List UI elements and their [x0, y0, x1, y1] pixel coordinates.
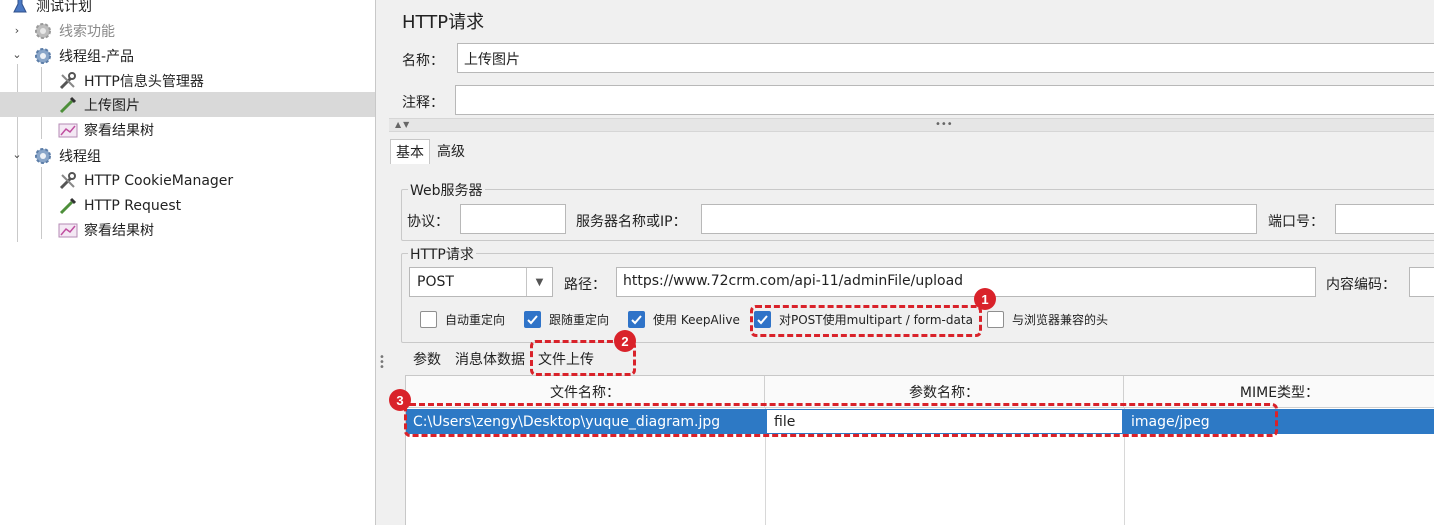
path-input[interactable]: https://www.72crm.com/api-11/adminFile/u… — [616, 267, 1316, 297]
port-label: 端口号： — [1268, 214, 1324, 230]
annotation-badge-2: 2 — [614, 330, 636, 352]
tree-node-label: 察看结果树 — [84, 122, 154, 139]
checkbox-box[interactable] — [987, 311, 1004, 328]
auto-redirect-checkbox[interactable]: 自动重定向 — [420, 311, 505, 328]
pipette-icon — [58, 95, 78, 115]
tree-node-label: 上传图片 — [84, 97, 140, 114]
name-field[interactable]: 上传图片 — [457, 43, 1434, 73]
encoding-label: 内容编码： — [1326, 277, 1396, 293]
tree-node-label: 察看结果树 — [84, 222, 154, 239]
checkbox-label: 使用 KeepAlive — [653, 313, 740, 327]
tree-node-upload-image[interactable]: 上传图片 — [0, 92, 375, 117]
path-label: 路径： — [564, 277, 606, 293]
drag-dots-icon[interactable]: ••• — [935, 119, 953, 130]
comment-label: 注释： — [402, 95, 444, 111]
method-value: POST — [417, 274, 454, 290]
annotation-badge-3: 3 — [389, 389, 411, 411]
chevron-right-icon[interactable]: › — [11, 24, 23, 37]
server-label: 服务器名称或IP： — [576, 214, 687, 230]
protocol-label: 协议： — [407, 214, 449, 230]
chart-icon — [58, 120, 78, 140]
subtab-parameters[interactable]: 参数 — [413, 349, 441, 369]
collapse-arrows-icon[interactable]: ▲▼ — [395, 120, 411, 129]
annotation-box-multipart — [750, 305, 982, 337]
chevron-down-icon[interactable]: ⌄ — [11, 48, 23, 61]
tree-node-cookie-manager[interactable]: HTTP CookieManager — [58, 168, 233, 193]
checkmark-icon[interactable] — [524, 311, 541, 328]
pipette-icon — [58, 196, 78, 216]
http-request-panel: HTTP请求 名称： 上传图片 注释： ▲▼ ••• 基本 高级 Web服务器 … — [389, 0, 1434, 525]
follow-redirect-checkbox[interactable]: 跟随重定向 — [524, 311, 609, 328]
wrench-icon — [58, 71, 78, 91]
tree-node-header-manager[interactable]: HTTP信息头管理器 — [58, 68, 204, 93]
tree-node-label: HTTP信息头管理器 — [84, 73, 204, 90]
subtab-body-data[interactable]: 消息体数据 — [455, 349, 525, 369]
checkbox-label: 自动重定向 — [445, 313, 506, 327]
dropdown-arrow-icon[interactable]: ▼ — [526, 268, 552, 296]
tree-node-thread-group[interactable]: 线程组 — [33, 143, 101, 168]
tree-node-view-results-tree[interactable]: 察看结果树 — [58, 117, 154, 142]
tab-basic[interactable]: 基本 — [390, 139, 430, 164]
wrench-icon — [58, 171, 78, 191]
tree-node-view-results-tree-2[interactable]: 察看结果树 — [58, 217, 154, 242]
server-input[interactable] — [701, 204, 1257, 234]
checkmark-icon[interactable] — [628, 311, 645, 328]
method-select[interactable]: POST ▼ — [409, 267, 553, 297]
tree-node-label: 线索功能 — [59, 23, 115, 40]
file-upload-table[interactable]: 文件名称： 参数名称： MIME类型： C:\Users\zengy\Deskt… — [405, 375, 1434, 525]
checkbox-label: 跟随重定向 — [549, 313, 610, 327]
tree-node-label: HTTP Request — [84, 197, 182, 214]
tree-node-label: 线程组-产品 — [59, 48, 135, 65]
http-request-title: HTTP请求 — [408, 244, 476, 264]
annotation-badge-1: 1 — [974, 288, 996, 310]
flask-icon — [10, 0, 30, 16]
tree-node-label: 线程组 — [59, 148, 101, 165]
tree-node-test-plan[interactable]: 测试计划 — [10, 0, 92, 18]
gear-icon — [33, 21, 53, 41]
comment-field[interactable] — [455, 85, 1434, 115]
web-server-title: Web服务器 — [408, 180, 485, 200]
gear-icon — [33, 146, 53, 166]
tree-node-http-request[interactable]: HTTP Request — [58, 193, 181, 218]
name-label: 名称： — [402, 53, 444, 69]
tree-node-label: HTTP CookieManager — [84, 172, 234, 189]
tab-advanced[interactable]: 高级 — [432, 139, 470, 163]
test-plan-tree[interactable]: 测试计划 › 线索功能 ⌄ 线程组-产品 HTTP信息头管理器 上传图片 察看结… — [0, 0, 376, 525]
tree-node-clue-feature[interactable]: 线索功能 — [33, 18, 115, 43]
chart-icon — [58, 220, 78, 240]
collapsible-divider[interactable] — [389, 118, 1434, 132]
chevron-down-icon[interactable]: ⌄ — [11, 148, 23, 161]
browser-compatible-checkbox[interactable]: 与浏览器兼容的头 — [987, 311, 1108, 328]
keepalive-checkbox[interactable]: 使用 KeepAlive — [628, 311, 740, 328]
protocol-input[interactable] — [460, 204, 566, 234]
tree-node-thread-group-product[interactable]: 线程组-产品 — [33, 43, 134, 68]
checkbox-label: 与浏览器兼容的头 — [1012, 313, 1109, 327]
splitter-handle[interactable]: • • • — [379, 353, 385, 375]
port-input[interactable] — [1335, 204, 1434, 234]
checkbox-box[interactable] — [420, 311, 437, 328]
tree-node-label: 测试计划 — [36, 0, 92, 15]
encoding-input[interactable] — [1409, 267, 1434, 297]
annotation-box-table-row — [404, 403, 1278, 437]
gear-icon — [33, 46, 53, 66]
page-title: HTTP请求 — [402, 12, 485, 33]
